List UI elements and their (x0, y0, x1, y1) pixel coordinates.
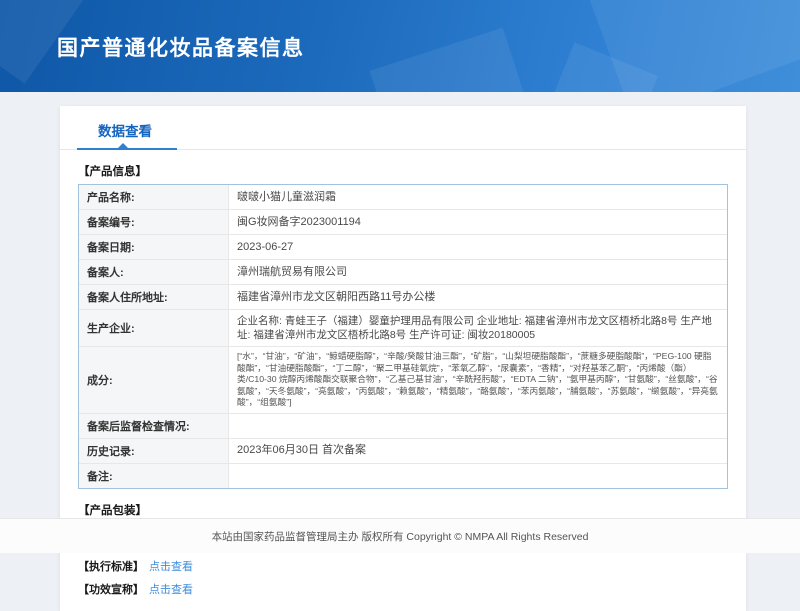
table-row: 备注: (79, 463, 727, 488)
row-value: 2023-06-27 (229, 235, 727, 259)
efficacy-label: 【功效宣称】 (78, 584, 144, 596)
row-label: 备案人住所地址: (79, 285, 229, 309)
product-info-table: 产品名称: 啵啵小猫儿童滋润霜 备案编号: 闽G妆网备字2023001194 备… (78, 184, 728, 489)
row-label: 成分: (79, 347, 229, 412)
table-row: 备案后监督检查情况: (79, 413, 727, 438)
row-label: 历史记录: (79, 439, 229, 463)
table-row: 产品名称: 啵啵小猫儿童滋润霜 (79, 185, 727, 209)
row-value: 企业名称: 青蛙王子（福建）婴童护理用品有限公司 企业地址: 福建省漳州市龙文区… (229, 310, 727, 346)
row-value: 漳州瑞航贸易有限公司 (229, 260, 727, 284)
table-row: 备案编号: 闽G妆网备字2023001194 (79, 209, 727, 234)
table-row: 备案人住所地址: 福建省漳州市龙文区朝阳西路11号办公楼 (79, 284, 727, 309)
tab-data-view[interactable]: 数据查看 (98, 120, 152, 140)
row-label: 生产企业: (79, 310, 229, 346)
row-label: 备案日期: (79, 235, 229, 259)
row-value: [“水”，“甘油”，“矿油”，“鲸蜡硬脂醇”，“辛酸/癸酸甘油三酯”，“矿脂”，… (229, 347, 727, 412)
row-label: 备注: (79, 464, 229, 488)
standard-view-link[interactable]: 点击查看 (149, 561, 193, 573)
row-value: 闽G妆网备字2023001194 (229, 210, 727, 234)
tab-active-underline (77, 148, 177, 150)
table-row: 备案人: 漳州瑞航贸易有限公司 (79, 259, 727, 284)
standard-label: 【执行标准】 (78, 561, 144, 573)
row-label: 备案后监督检查情况: (79, 414, 229, 438)
packaging-section-title: 【产品包装】 (78, 502, 728, 518)
standard-row: 【执行标准】点击查看 (78, 558, 728, 574)
page-header: 国产普通化妆品备案信息 (0, 0, 800, 92)
row-value (229, 414, 727, 438)
row-label: 备案人: (79, 260, 229, 284)
table-row: 生产企业: 企业名称: 青蛙王子（福建）婴童护理用品有限公司 企业地址: 福建省… (79, 309, 727, 346)
row-label: 备案编号: (79, 210, 229, 234)
product-info-section-title: 【产品信息】 (78, 163, 728, 179)
tab-active-caret-icon (118, 143, 128, 148)
efficacy-view-link[interactable]: 点击查看 (149, 584, 193, 596)
row-value: 福建省漳州市龙文区朝阳西路11号办公楼 (229, 285, 727, 309)
page-footer: 本站由国家药品监督管理局主办 版权所有 Copyright © NMPA All… (0, 518, 800, 553)
table-row: 成分: [“水”，“甘油”，“矿油”，“鲸蜡硬脂醇”，“辛酸/癸酸甘油三酯”，“… (79, 346, 727, 412)
row-label: 产品名称: (79, 185, 229, 209)
row-value (229, 464, 727, 488)
footer-text: 本站由国家药品监督管理局主办 版权所有 Copyright © NMPA All… (212, 529, 589, 544)
row-value: 啵啵小猫儿童滋润霜 (229, 185, 727, 209)
row-value: 2023年06月30日 首次备案 (229, 439, 727, 463)
tab-bar: 数据查看 (60, 106, 746, 150)
table-row: 备案日期: 2023-06-27 (79, 234, 727, 259)
efficacy-row: 【功效宣称】点击查看 (78, 581, 728, 597)
table-row: 历史记录: 2023年06月30日 首次备案 (79, 438, 727, 463)
